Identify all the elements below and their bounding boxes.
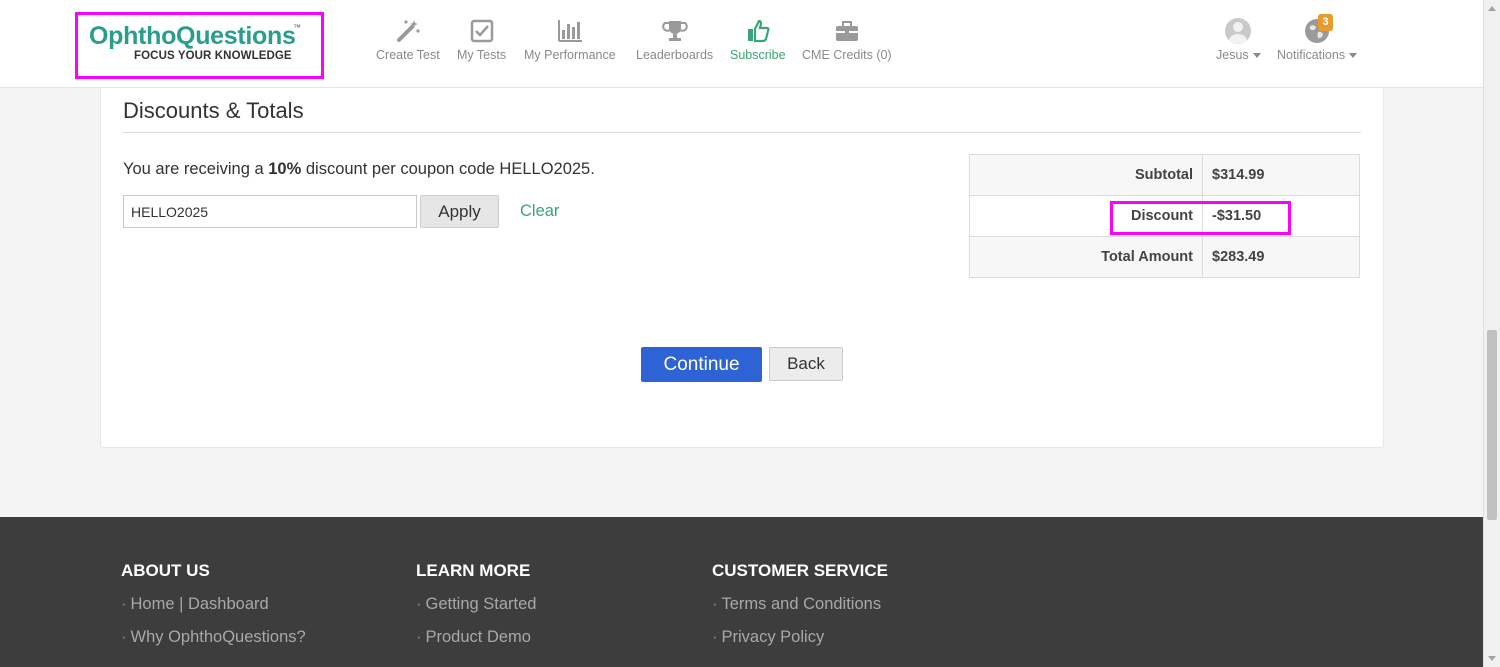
magic-wand-icon [395, 18, 421, 44]
nav-cme-credits[interactable]: CME Credits (0) [802, 18, 892, 66]
nav-leaderboards[interactable]: Leaderboards [636, 18, 713, 66]
footer-link-getting-started[interactable]: · Getting Started [416, 595, 536, 614]
total-amount-value: $283.49 [1202, 236, 1360, 278]
footer-heading: CUSTOMER SERVICE [712, 561, 889, 580]
scroll-up-arrow-icon[interactable] [1488, 6, 1496, 11]
nav-label: Create Test [376, 48, 440, 62]
clear-link[interactable]: Clear [520, 202, 559, 221]
coupon-code-input[interactable] [123, 195, 417, 228]
top-navbar: OphthoQuestions ™ FOCUS YOUR KNOWLEDGE C… [0, 0, 1483, 88]
discount-message: You are receiving a 10% discount per cou… [123, 160, 595, 178]
footer-customer-service: CUSTOMER SERVICE · Terms and Conditions ·… [712, 561, 888, 661]
nav-label: Subscribe [730, 48, 786, 62]
totals-table: Subtotal $314.99 Discount -$31.50 Total … [969, 154, 1360, 278]
nav-my-performance[interactable]: My Performance [524, 18, 616, 66]
nav-label: My Tests [457, 48, 507, 62]
discount-value: -$31.50 [1202, 195, 1360, 237]
chevron-down-icon [1349, 53, 1358, 59]
logo[interactable]: OphthoQuestions ™ FOCUS YOUR KNOWLEDGE [75, 12, 324, 79]
footer: ABOUT US · Home | Dashboard · Why OphthoQu… [0, 517, 1483, 667]
discounts-card: Discounts & Totals You are receiving a 1… [100, 88, 1384, 448]
trophy-icon [661, 18, 688, 44]
logo-trademark: ™ [293, 23, 301, 32]
divider [123, 132, 1361, 133]
footer-about-us: ABOUT US · Home | Dashboard · Why OphthoQu… [121, 561, 306, 661]
user-name: Jesus [1216, 48, 1249, 62]
avatar-icon [1225, 18, 1252, 44]
apply-button[interactable]: Apply [420, 195, 499, 228]
nav-create-test[interactable]: Create Test [376, 18, 440, 66]
briefcase-icon [834, 18, 860, 44]
footer-heading: ABOUT US [121, 561, 210, 580]
back-button[interactable]: Back [769, 347, 843, 381]
footer-link-terms[interactable]: · Terms and Conditions [712, 595, 888, 614]
logo-tagline: FOCUS YOUR KNOWLEDGE [134, 50, 292, 62]
scroll-thumb[interactable] [1487, 330, 1497, 520]
user-menu[interactable]: Jesus [1216, 18, 1261, 62]
logo-wordmark: OphthoQuestions [89, 22, 296, 50]
table-row: Discount -$31.50 [969, 195, 1360, 237]
nav-label: CME Credits (0) [802, 48, 892, 62]
page-scrollbar[interactable] [1483, 0, 1500, 667]
footer-heading: LEARN MORE [416, 561, 531, 580]
total-amount-label: Total Amount [969, 236, 1203, 278]
nav-subscribe[interactable]: Subscribe [730, 18, 786, 66]
discount-percent: 10% [268, 160, 302, 178]
checkbox-icon [469, 18, 495, 44]
notification-count-badge: 3 [1318, 14, 1333, 31]
table-row: Subtotal $314.99 [969, 154, 1360, 196]
footer-link-privacy[interactable]: · Privacy Policy [712, 628, 888, 647]
footer-link-product-demo[interactable]: · Product Demo [416, 628, 536, 647]
subtotal-value: $314.99 [1202, 154, 1360, 196]
chevron-down-icon [1252, 53, 1261, 59]
footer-link-why-ophthoquestions[interactable]: · Why OphthoQuestions? [121, 628, 306, 647]
section-title: Discounts & Totals [123, 98, 304, 123]
scroll-down-arrow-icon[interactable] [1488, 656, 1496, 661]
footer-learn-more: LEARN MORE · Getting Started · Product Dem… [416, 561, 536, 661]
footer-link-home-dashboard[interactable]: · Home | Dashboard [121, 595, 306, 614]
bar-chart-icon [557, 18, 583, 44]
notifications-label: Notifications [1277, 48, 1346, 62]
table-row: Total Amount $283.49 [969, 236, 1360, 278]
subtotal-label: Subtotal [969, 154, 1203, 196]
thumbs-up-icon [745, 18, 771, 44]
nav-my-tests[interactable]: My Tests [457, 18, 506, 66]
continue-button[interactable]: Continue [641, 347, 762, 382]
nav-label: My Performance [524, 48, 616, 62]
nav-label: Leaderboards [636, 48, 714, 62]
discount-label: Discount [969, 195, 1203, 237]
